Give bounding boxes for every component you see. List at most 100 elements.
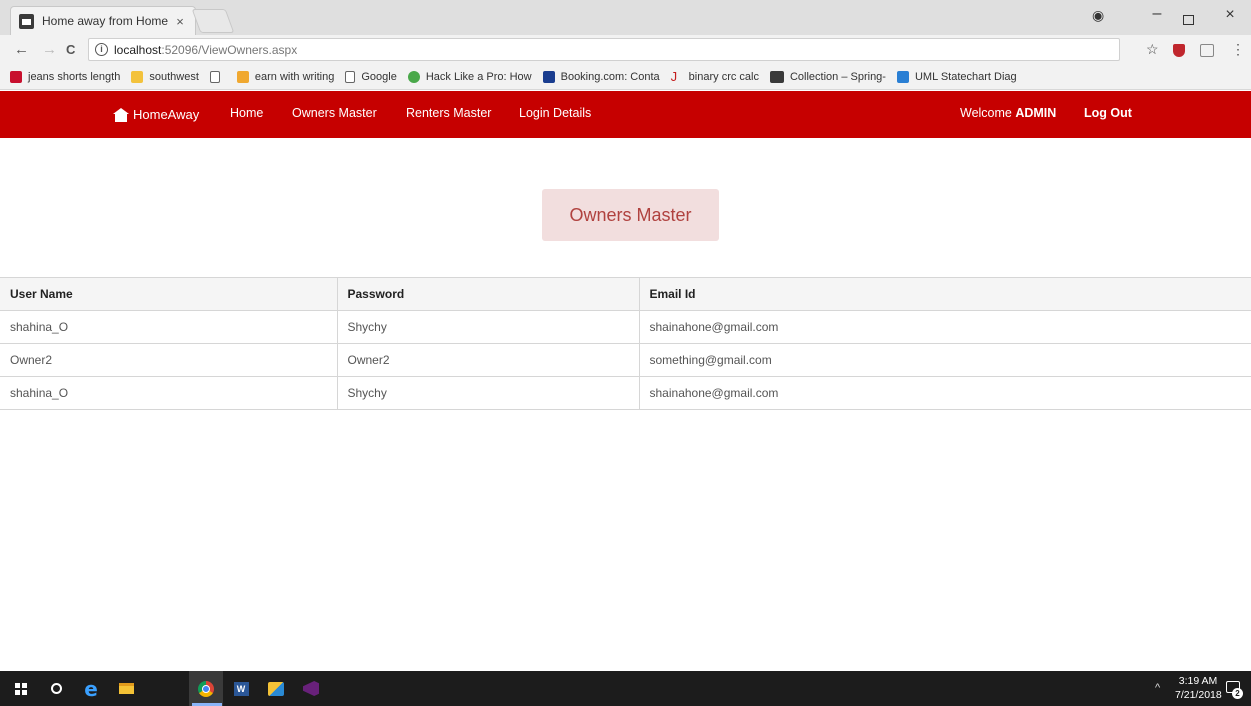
bookmark-label: earn with writing <box>254 71 335 83</box>
bookmark-dark-icon <box>769 71 784 83</box>
cell-user-name: Owner2 <box>0 343 338 377</box>
notification-count-badge: 2 <box>1232 688 1243 699</box>
taskbar-chrome[interactable] <box>189 671 223 706</box>
bookmark-item[interactable]: southwest <box>131 71 199 83</box>
word-icon: W <box>233 681 249 696</box>
start-button[interactable] <box>4 671 38 706</box>
bookmark-item[interactable]: Jbinary crc calc <box>670 69 759 84</box>
cortana-button[interactable] <box>39 671 73 706</box>
window-minimize-button[interactable]: – <box>1147 5 1167 23</box>
screen: Home away from Home × ◉ – × ← → C i loca… <box>0 0 1251 706</box>
bookmark-label: Collection – Spring- <box>789 71 886 83</box>
welcome-prefix: Welcome <box>960 106 1016 120</box>
url-path: :52096/ViewOwners.aspx <box>161 42 298 57</box>
bookmark-label: Hack Like a Pro: How <box>425 71 532 83</box>
bookmark-pdf-icon: J <box>670 69 678 84</box>
bookmark-uml-icon <box>896 71 909 83</box>
file-explorer-icon <box>118 683 134 694</box>
cortana-circle-icon <box>50 683 62 694</box>
bookmark-page-icon <box>345 71 356 83</box>
back-arrow-icon[interactable]: ← <box>14 41 29 58</box>
bookmark-label: southwest <box>149 71 199 83</box>
cell-password: Shychy <box>336 310 640 344</box>
bookmark-item[interactable]: Booking.com: Conta <box>542 71 660 83</box>
clock-date: 7/21/2018 <box>1175 689 1222 701</box>
cell-password: Owner2 <box>336 343 640 377</box>
table-row: shahina_O Shychy shainahone@gmail.com <box>0 376 1251 410</box>
taskbar-paint[interactable] <box>259 671 293 706</box>
cell-email: something@gmail.com <box>638 343 1251 377</box>
table-header-row: User Name Password Email Id <box>0 277 1251 311</box>
welcome-username: ADMIN <box>1015 106 1057 120</box>
nav-link-owners-master[interactable]: Owners Master <box>292 91 377 138</box>
brand-link[interactable]: HomeAway <box>113 91 199 138</box>
bookmark-item[interactable]: Google <box>345 71 397 83</box>
bookmark-item[interactable]: Hack Like a Pro: How <box>407 71 532 83</box>
system-clock[interactable]: 3:19 AM 7/21/2018 <box>1175 674 1222 702</box>
bookmark-item[interactable]: earn with writing <box>236 71 335 83</box>
url-host: localhost <box>114 42 162 57</box>
browser-tab-strip: Home away from Home × ◉ – × <box>0 0 1251 35</box>
nav-link-renters-master[interactable]: Renters Master <box>406 91 491 138</box>
windows-taskbar: e W ^ 3:19 AM 7/21/2018 2 <box>0 671 1251 706</box>
edge-browser-icon: e <box>84 676 98 701</box>
shield-extension-icon[interactable] <box>1173 44 1185 57</box>
bookmark-label: jeans shorts length <box>28 71 121 83</box>
bookmark-pencil-icon <box>236 71 249 83</box>
table-row: shahina_O Shychy shainahone@gmail.com <box>0 310 1251 344</box>
bookmark-page-icon <box>209 71 220 83</box>
home-logo-icon <box>113 107 129 122</box>
cell-user-name: shahina_O <box>0 310 338 344</box>
bookmark-label: Booking.com: Conta <box>560 71 660 83</box>
chrome-icon <box>198 680 214 697</box>
cell-user-name: shahina_O <box>0 376 338 410</box>
logout-link[interactable]: Log Out <box>1084 91 1132 138</box>
bookmark-blue-icon <box>542 71 555 83</box>
visual-studio-icon <box>303 681 319 696</box>
bookmark-item[interactable]: UML Statechart Diag <box>896 71 1017 83</box>
taskbar-visual-studio[interactable] <box>294 671 328 706</box>
bookmark-label: binary crc calc <box>688 71 759 83</box>
window-maximize-button[interactable] <box>1183 15 1194 25</box>
column-header-user-name: User Name <box>0 277 338 311</box>
column-header-password: Password <box>336 277 640 311</box>
browser-menu-icon[interactable]: ⋮ <box>1231 41 1245 58</box>
forward-arrow-icon[interactable]: → <box>42 41 57 58</box>
account-circle-icon[interactable]: ◉ <box>1092 7 1104 24</box>
welcome-text: Welcome ADMIN <box>960 91 1056 138</box>
cell-email: shainahone@gmail.com <box>638 376 1251 410</box>
tab-close-icon[interactable]: × <box>171 14 189 29</box>
tab-title: Home away from Home <box>42 14 169 28</box>
reload-icon[interactable]: C <box>66 42 75 57</box>
brand-name: HomeAway <box>133 107 200 122</box>
bookmark-label: Google <box>361 71 397 83</box>
cell-email: shainahone@gmail.com <box>638 310 1251 344</box>
tab-favicon-icon <box>19 13 34 29</box>
extension-icon[interactable] <box>1200 44 1214 57</box>
bookmark-folder-icon <box>131 71 144 83</box>
nav-link-home[interactable]: Home <box>230 91 263 138</box>
taskbar-edge[interactable]: e <box>74 671 108 706</box>
taskbar-word[interactable]: W <box>224 671 258 706</box>
bookmark-label: UML Statechart Diag <box>914 71 1017 83</box>
address-bar[interactable]: i localhost:52096/ViewOwners.aspx <box>88 38 1120 61</box>
bookmark-item[interactable] <box>209 71 226 83</box>
site-info-icon[interactable]: i <box>95 43 108 56</box>
nav-link-login-details[interactable]: Login Details <box>519 91 591 138</box>
window-close-button[interactable]: × <box>1220 6 1240 24</box>
new-tab-button[interactable] <box>191 9 235 33</box>
bookmark-item[interactable]: Collection – Spring- <box>769 71 886 83</box>
column-header-email-id: Email Id <box>638 277 1251 311</box>
cell-password: Shychy <box>336 376 640 410</box>
taskbar-file-explorer[interactable] <box>109 671 143 706</box>
paint-icon <box>268 681 284 696</box>
bookmark-item[interactable]: jeans shorts length <box>10 71 120 83</box>
table-row: Owner2 Owner2 something@gmail.com <box>0 343 1251 377</box>
browser-tab[interactable]: Home away from Home × <box>10 6 196 35</box>
owners-table: User Name Password Email Id shahina_O Sh… <box>0 277 1251 410</box>
bookmark-green-icon <box>407 71 420 83</box>
page-heading: Owners Master <box>542 189 719 241</box>
bookmark-star-icon[interactable]: ☆ <box>1146 41 1159 58</box>
tray-chevron-icon[interactable]: ^ <box>1155 682 1160 694</box>
clock-time: 3:19 AM <box>1178 675 1218 687</box>
